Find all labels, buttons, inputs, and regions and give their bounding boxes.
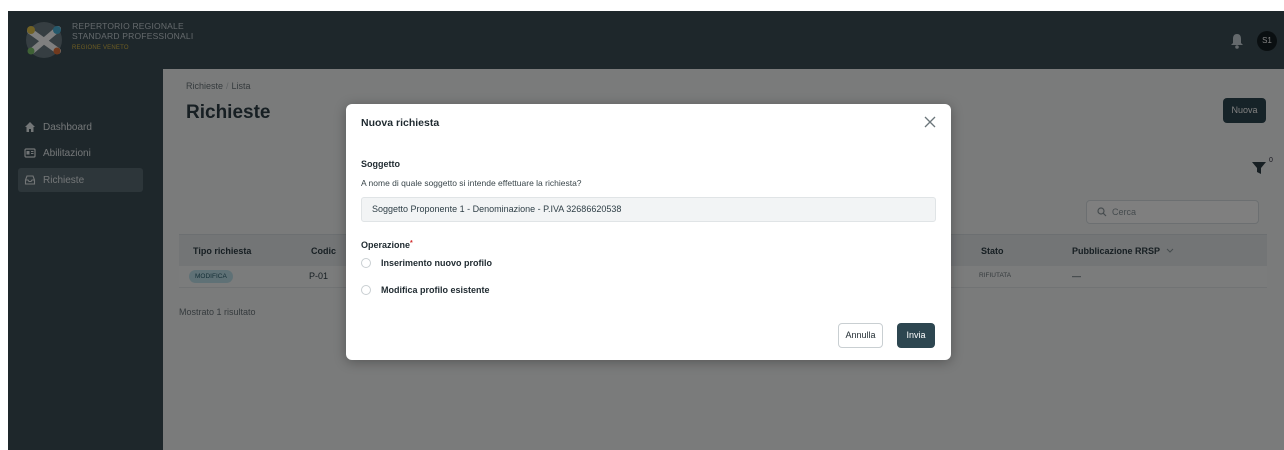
radio-label: Modifica profilo esistente xyxy=(381,285,490,295)
radio-option-inserimento[interactable]: Inserimento nuovo profilo xyxy=(361,256,492,270)
cancel-button[interactable]: Annulla xyxy=(838,323,883,348)
close-icon[interactable] xyxy=(923,115,937,129)
submit-button[interactable]: Invia xyxy=(897,323,935,348)
radio-button[interactable] xyxy=(361,258,371,268)
app-window: REPERTORIO REGIONALE STANDARD PROFESSION… xyxy=(8,11,1284,450)
radio-button[interactable] xyxy=(361,285,371,295)
soggetto-label: Soggetto xyxy=(361,159,400,169)
soggetto-help-text: A nome di quale soggetto si intende effe… xyxy=(361,178,582,188)
operazione-label-text: Operazione xyxy=(361,240,411,250)
radio-label: Inserimento nuovo profilo xyxy=(381,258,493,268)
operazione-label: Operazione* xyxy=(361,240,413,250)
soggetto-field[interactable]: Soggetto Proponente 1 - Denominazione - … xyxy=(361,197,936,222)
required-marker: * xyxy=(410,240,413,247)
dialog-title: Nuova richiesta xyxy=(361,117,440,129)
radio-option-modifica[interactable]: Modifica profilo esistente xyxy=(361,283,490,297)
new-request-dialog: Nuova richiesta Soggetto A nome di quale… xyxy=(346,104,951,360)
